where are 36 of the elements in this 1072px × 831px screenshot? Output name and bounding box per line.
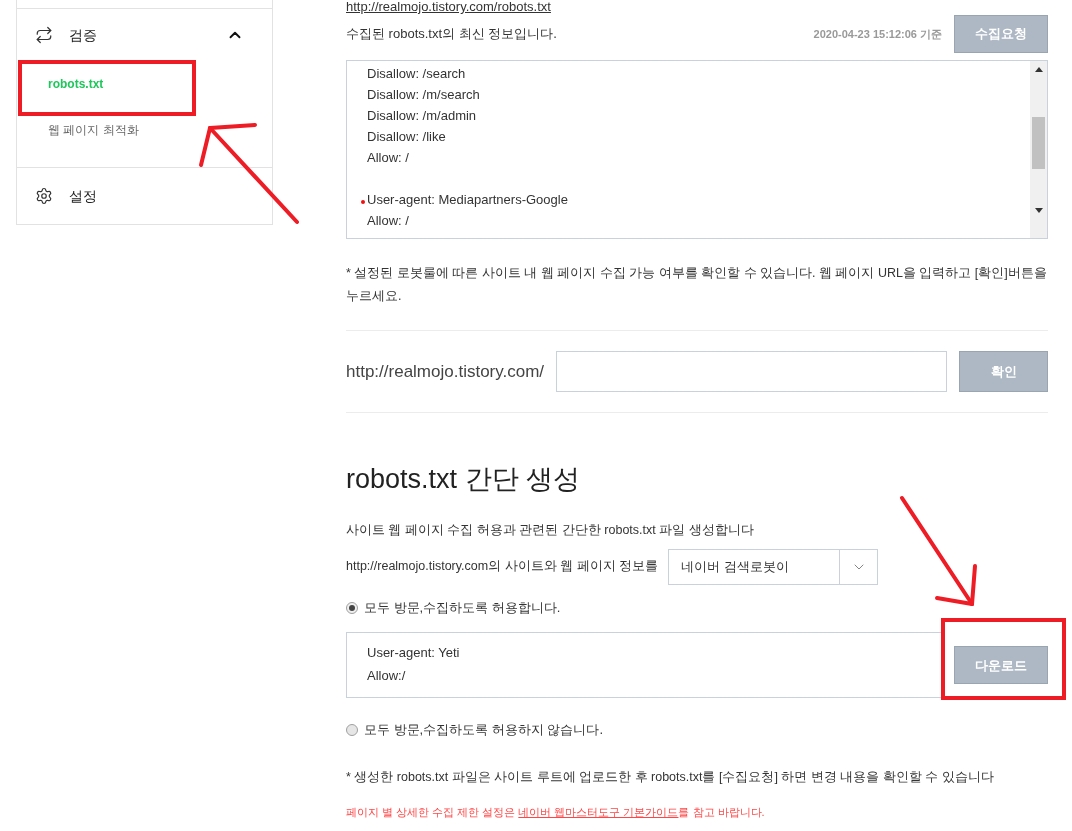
output-line: Allow:/ (367, 667, 407, 686)
robots-line: Disallow: /m/search (367, 86, 480, 104)
radio-button[interactable] (346, 724, 358, 736)
robots-line: Disallow: /m/admin (367, 107, 477, 125)
repeat-icon (35, 26, 53, 44)
timestamp: 2020-04-23 15:12:06 기준 (813, 26, 942, 42)
output-line: User-agent: Yeti (367, 644, 461, 663)
url-prefix: http://realmojo.tistory.com/ (346, 360, 545, 383)
output-textarea[interactable]: User-agent: Yeti Allow:/ (346, 632, 942, 699)
radio-button[interactable] (346, 601, 358, 614)
radio-label: 모두 방문,수집하도록 허용하지 않습니다. (364, 721, 604, 740)
generator-description: 사이트 웹 페이지 수집 허용과 관련된 간단한 robots.txt 파일 생성합니다 (346, 522, 755, 539)
scroll-up-icon[interactable] (1034, 67, 1043, 72)
robots-link[interactable]: http://realmojo.tistory.com/robots.txt (346, 0, 1048, 14)
settings-icon (35, 187, 53, 205)
scrollbar-thumb[interactable] (1032, 117, 1045, 169)
sidebar-group[interactable]: 설정 (69, 185, 97, 207)
robots-textarea[interactable]: Disallow: /search Disallow: /m/search Disallow: /m/admin Disallow: /like Allow: / User-agent: Mediapartners-Google Allow: / (346, 60, 1048, 239)
generator-note: * 생성한 robots.txt 파일은 사이트 루트에 업로드한 후 robots.txt를 [수집요청] 하면 변경 내용을 확인할 수 있습니다 (346, 768, 995, 786)
sidebar-item[interactable]: 웹 페이지 최적화 (48, 121, 139, 139)
robots-line: Disallow: /search (367, 65, 466, 83)
url-input[interactable] (556, 351, 948, 392)
robots-line: Disallow: /like (367, 128, 446, 146)
robot-select[interactable]: 네이버 검색로봇이 (668, 548, 879, 585)
check-note: * 설정된 로봇룰에 따른 사이트 내 웹 페이지 수집 가능 여부를 확인할 수 있습니다. 웹 페이지 URL을 입력하고 [확인]버튼을 누르세요. (346, 265, 1048, 305)
radio-label: 모두 방문,수집하도록 허용합니다. (364, 598, 561, 617)
warning-text: 페이지 별 상세한 수집 제한 설정은 네이버 웹마스터도구 기본가이드를 참고 바랍니다. (346, 804, 766, 820)
robots-line: Allow: / (367, 212, 409, 230)
description: 수집된 robots.txt의 최신 정보입니다. (346, 25, 557, 44)
sidebar-group[interactable]: 검증 (69, 24, 97, 46)
section-title: robots.txt 간단 생성 (346, 463, 582, 496)
scroll-down-icon[interactable] (1034, 208, 1043, 213)
robots-line: User-agent: Mediapartners-Google (367, 191, 568, 209)
robots-line: Allow: / (367, 149, 409, 167)
scrollbar[interactable] (1030, 61, 1047, 238)
site-label: http://realmojo.tistory.com의 사이트와 웹 페이지 정보를 (346, 558, 659, 576)
